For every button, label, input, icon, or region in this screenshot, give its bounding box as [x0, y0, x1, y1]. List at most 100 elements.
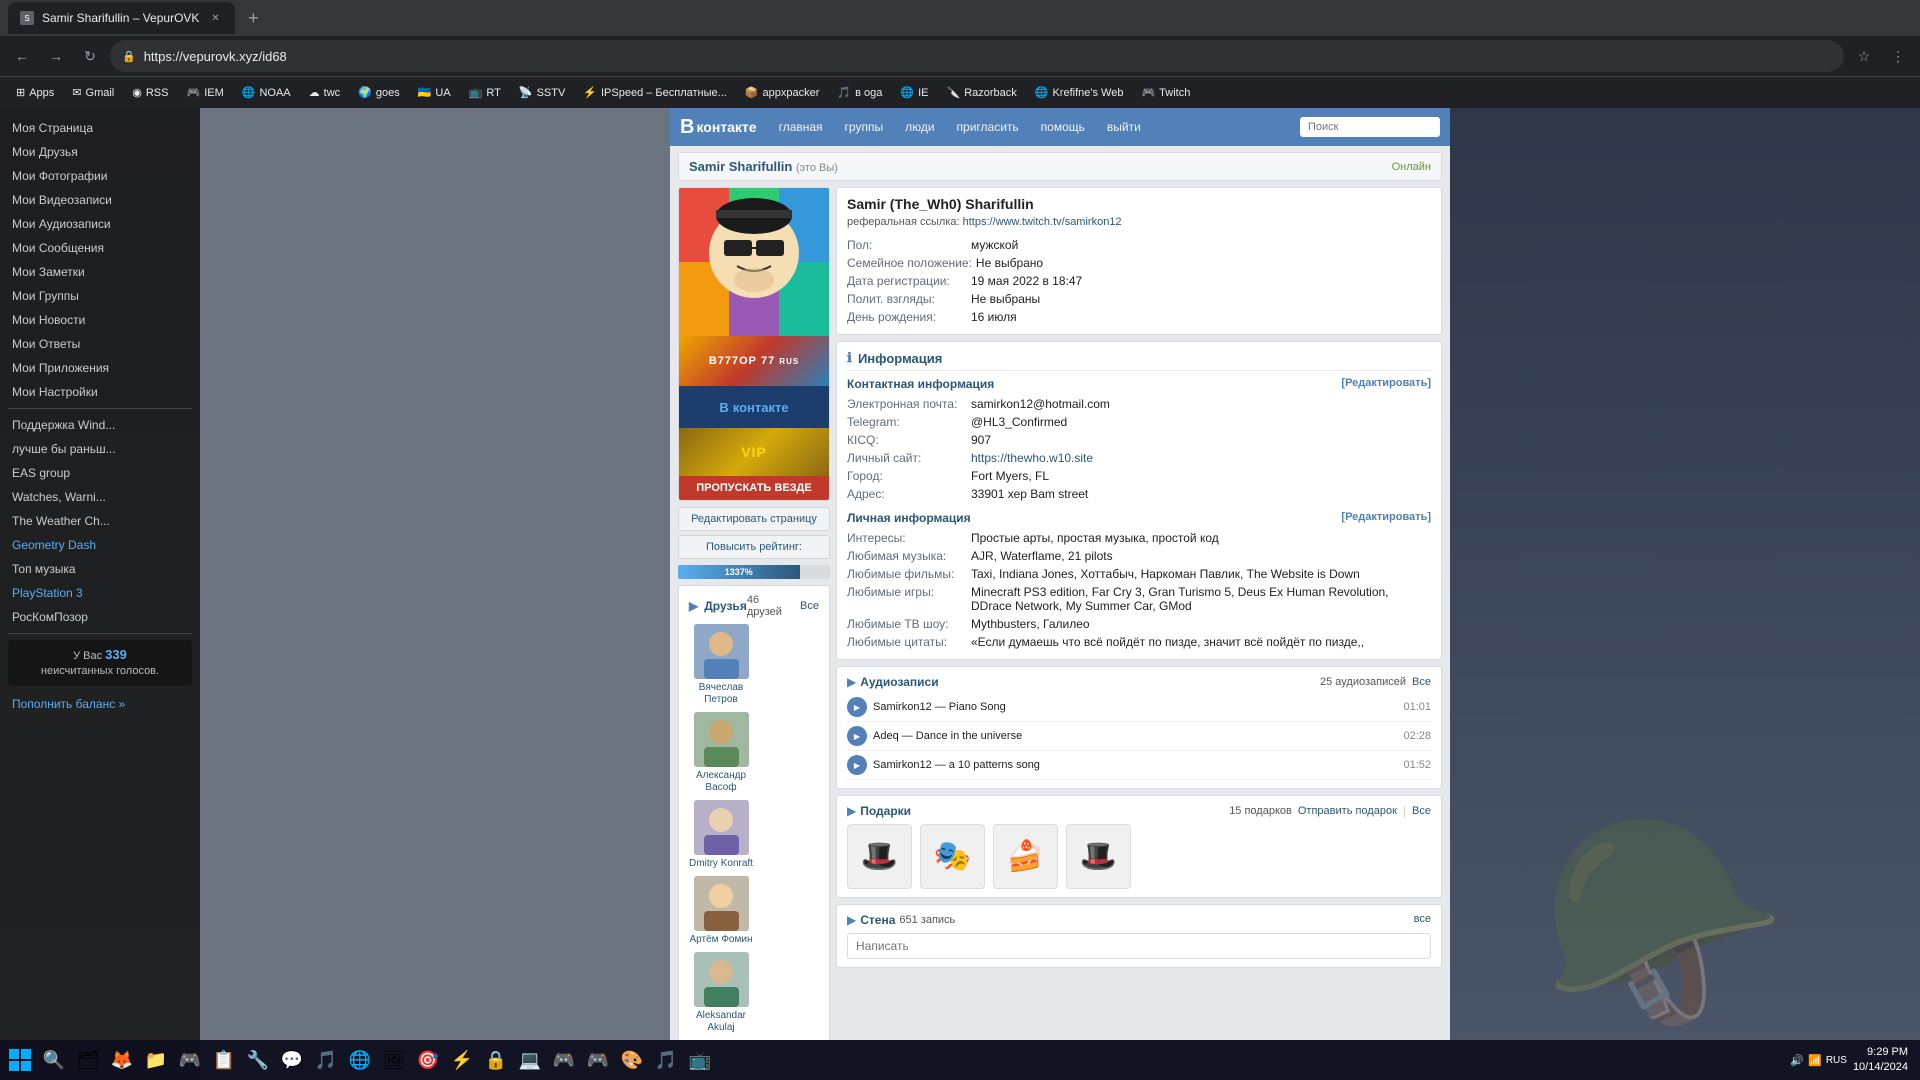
- sidebar-link-top-music[interactable]: Топ музыка: [0, 557, 200, 581]
- bookmark-krefifne[interactable]: 🌐 Krefifne's Web: [1027, 83, 1132, 102]
- bookmark-ua[interactable]: 🇺🇦 UA: [410, 83, 459, 102]
- profile-banner-pusk[interactable]: ПРОПУСКАТЬ ВЕЗДЕ: [679, 476, 829, 500]
- taskbar-browser-button[interactable]: 🌐: [344, 1044, 376, 1076]
- vk-nav-home[interactable]: главная: [769, 116, 833, 138]
- bookmark-noaa[interactable]: 🌐 NOAA: [234, 83, 299, 102]
- sidebar-link-earlier[interactable]: лучше бы раньш...: [0, 437, 200, 461]
- friend-item-2[interactable]: Александр Васоф: [689, 712, 753, 794]
- refresh-button[interactable]: ↻: [76, 42, 104, 70]
- start-button[interactable]: [4, 1044, 36, 1076]
- bookmark-razorback[interactable]: 🔪 Razorback: [938, 83, 1024, 102]
- sidebar-link-playstation[interactable]: PlayStation 3: [0, 581, 200, 605]
- edit-page-button[interactable]: Редактировать страницу: [678, 507, 830, 531]
- play-button-3[interactable]: ▶: [847, 755, 867, 775]
- vk-search[interactable]: [1300, 117, 1440, 137]
- taskbar-computer-button[interactable]: 💻: [514, 1044, 546, 1076]
- lang-indicator[interactable]: RUS: [1826, 1055, 1847, 1066]
- sidebar-item-news[interactable]: Мои Новости: [0, 308, 200, 332]
- bookmark-ipspeed[interactable]: ⚡ IPSpeed – Бесплатные...: [575, 83, 735, 102]
- gifts-all-link[interactable]: Все: [1412, 805, 1431, 817]
- sidebar-item-my-page[interactable]: Моя Страница: [0, 116, 200, 140]
- audio-item-2[interactable]: ▶ Adeq — Dance in the universe 02:28: [847, 722, 1431, 751]
- taskbar-clipboard-button[interactable]: 📋: [208, 1044, 240, 1076]
- sidebar-link-weather[interactable]: The Weather Ch...: [0, 509, 200, 533]
- bookmark-rt[interactable]: 📺 RT: [461, 83, 509, 102]
- sidebar-item-settings[interactable]: Мои Настройки: [0, 380, 200, 404]
- gifts-send-link[interactable]: Отправить подарок: [1298, 805, 1397, 817]
- referral-url[interactable]: https://www.twitch.tv/samirkon12: [963, 216, 1122, 228]
- wall-write-input[interactable]: [847, 933, 1431, 959]
- star-button[interactable]: ☆: [1850, 42, 1878, 70]
- sidebar-item-photos[interactable]: Мои Фотографии: [0, 164, 200, 188]
- vk-nav-people[interactable]: люди: [895, 116, 944, 138]
- friend-item-1[interactable]: Вячеслав Петров: [689, 624, 753, 706]
- friend-item-5[interactable]: Aleksandar Akulaj: [689, 952, 753, 1034]
- network-icon[interactable]: 📶: [1808, 1054, 1822, 1067]
- menu-button[interactable]: ⋮: [1884, 42, 1912, 70]
- sidebar-item-apps[interactable]: Мои Приложения: [0, 356, 200, 380]
- taskbar-vlc-button[interactable]: 📺: [684, 1044, 716, 1076]
- taskbar-paint-button[interactable]: 🎨: [616, 1044, 648, 1076]
- sidebar-item-notes[interactable]: Мои Заметки: [0, 260, 200, 284]
- sidebar-link-support[interactable]: Поддержка Wind...: [0, 413, 200, 437]
- sidebar-item-messages[interactable]: Мои Сообщения: [0, 236, 200, 260]
- sidebar-item-videos[interactable]: Мои Видеозаписи: [0, 188, 200, 212]
- wall-all-link[interactable]: все: [1414, 913, 1431, 927]
- sidebar-item-audio[interactable]: Мои Аудиозаписи: [0, 212, 200, 236]
- sidebar-item-answers[interactable]: Мои Ответы: [0, 332, 200, 356]
- vk-nav-groups[interactable]: группы: [835, 116, 894, 138]
- play-button-2[interactable]: ▶: [847, 726, 867, 746]
- personal-info-edit[interactable]: [Редактировать]: [1341, 511, 1431, 525]
- bookmark-voga[interactable]: 🎵 в oga: [829, 83, 890, 102]
- taskbar-game1-button[interactable]: 🎮: [548, 1044, 580, 1076]
- sidebar-item-friends[interactable]: Мои Друзья: [0, 140, 200, 164]
- website-value[interactable]: https://thewho.w10.site: [971, 451, 1093, 465]
- sidebar-balance-link[interactable]: Пополнить баланс »: [0, 692, 200, 716]
- friend-item-4[interactable]: Артём Фомин: [689, 876, 753, 946]
- sidebar-item-groups[interactable]: Мои Группы: [0, 284, 200, 308]
- bookmark-goes[interactable]: 🌍 goes: [350, 83, 408, 102]
- audio-item-3[interactable]: ▶ Samirkon12 — a 10 patterns song 01:52: [847, 751, 1431, 780]
- address-bar[interactable]: 🔒 https://vepurovk.xyz/id68: [110, 40, 1844, 72]
- back-button[interactable]: ←: [8, 42, 36, 70]
- contact-info-edit[interactable]: [Редактировать]: [1341, 377, 1431, 391]
- active-tab[interactable]: S Samir Sharifullin – VepurOVK ✕: [8, 2, 235, 34]
- vk-nav-invite[interactable]: пригласить: [947, 116, 1029, 138]
- taskbar-search-button[interactable]: 🔍: [38, 1044, 70, 1076]
- tab-close-button[interactable]: ✕: [207, 10, 223, 26]
- friends-all-link[interactable]: Все: [800, 600, 819, 612]
- vk-search-input[interactable]: [1300, 117, 1440, 137]
- taskbar-files-button[interactable]: 🗂: [72, 1044, 104, 1076]
- audio-item-1[interactable]: ▶ Samirkon12 — Piano Song 01:01: [847, 693, 1431, 722]
- bookmark-twc[interactable]: ☁ twc: [301, 83, 349, 102]
- bookmark-sstv[interactable]: 📡 SSTV: [511, 83, 573, 102]
- taskbar-steam-button[interactable]: 🎮: [174, 1044, 206, 1076]
- taskbar-power-button[interactable]: ⚡: [446, 1044, 478, 1076]
- bookmark-iem[interactable]: 🎮 IEM: [178, 83, 231, 102]
- bookmark-appxpacker[interactable]: 📦 appxpacker: [737, 83, 828, 102]
- bookmark-twitch[interactable]: 🎮 Twitch: [1133, 83, 1198, 102]
- bookmark-ie[interactable]: 🌐 IE: [892, 83, 936, 102]
- taskbar-images-button[interactable]: 🖼: [378, 1044, 410, 1076]
- bookmark-gmail[interactable]: ✉ Gmail: [64, 83, 122, 102]
- taskbar-music-button[interactable]: 🎵: [310, 1044, 342, 1076]
- taskbar-discord-button[interactable]: 💬: [276, 1044, 308, 1076]
- play-button-1[interactable]: ▶: [847, 697, 867, 717]
- bookmark-apps[interactable]: ⊞ Apps: [8, 83, 62, 102]
- new-tab-button[interactable]: +: [239, 4, 267, 32]
- taskbar-lock-button[interactable]: 🔒: [480, 1044, 512, 1076]
- taskbar-game2-button[interactable]: 🎮: [582, 1044, 614, 1076]
- sidebar-link-eas[interactable]: EAS group: [0, 461, 200, 485]
- volume-icon[interactable]: 🔊: [1790, 1054, 1804, 1067]
- taskbar-audio-button[interactable]: 🎵: [650, 1044, 682, 1076]
- taskbar-folder-button[interactable]: 📁: [140, 1044, 172, 1076]
- boost-rating-button[interactable]: Повысить рейтинг:: [678, 535, 830, 559]
- forward-button[interactable]: →: [42, 42, 70, 70]
- sidebar-link-watches[interactable]: Watches, Warni...: [0, 485, 200, 509]
- bookmark-rss[interactable]: ◉ RSS: [124, 83, 176, 102]
- audio-all-link[interactable]: Все: [1412, 676, 1431, 688]
- friend-item-3[interactable]: Dmitry Konraft: [689, 800, 753, 870]
- sidebar-link-geometry-dash[interactable]: Geometry Dash: [0, 533, 200, 557]
- sidebar-link-roscom[interactable]: РосКомПозор: [0, 605, 200, 629]
- taskbar-settings-button[interactable]: 🔧: [242, 1044, 274, 1076]
